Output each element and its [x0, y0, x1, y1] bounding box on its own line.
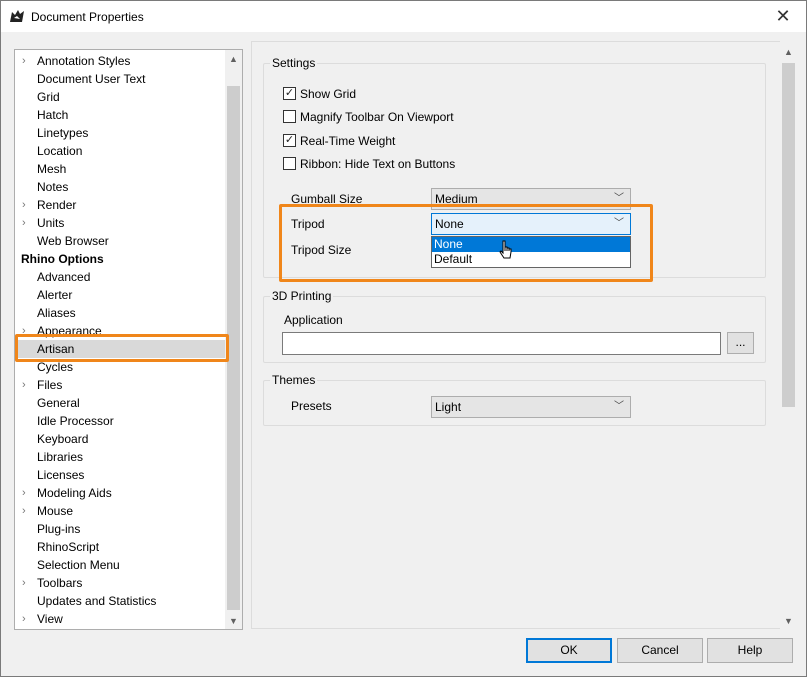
tree-item[interactable]: Mesh — [15, 160, 227, 178]
settings-scrollbar[interactable]: ▲ ▼ — [780, 41, 797, 629]
chevron-right-icon[interactable]: › — [22, 196, 32, 214]
tree-item-label: Licenses — [37, 468, 85, 482]
tree-item-label: View — [37, 612, 63, 626]
title-bar: Document Properties ✕ — [1, 1, 806, 32]
tree-item[interactable]: › View — [15, 610, 227, 628]
tree-item-label: Alerter — [37, 288, 73, 302]
scroll-up-icon[interactable]: ▲ — [225, 50, 242, 67]
tree-item[interactable]: › Annotation Styles — [15, 52, 227, 70]
presets-select[interactable]: Light ﹀ — [431, 396, 631, 418]
tree-item-label: RhinoScript — [37, 540, 100, 554]
tree-item[interactable]: Licenses — [15, 466, 227, 484]
chevron-right-icon[interactable]: › — [22, 574, 32, 592]
tree-item[interactable]: Aliases — [15, 304, 227, 322]
tree-item-label: Hatch — [37, 108, 69, 122]
tree-item-label: Advanced — [37, 270, 91, 284]
chevron-right-icon[interactable]: › — [22, 484, 32, 502]
tree-item[interactable]: › Files — [15, 376, 227, 394]
tree-item[interactable]: Grid — [15, 88, 227, 106]
checkbox-box[interactable]: ✓ — [283, 134, 296, 147]
tree-item[interactable]: Alerter — [15, 286, 227, 304]
tree-item[interactable]: Updates and Statistics — [15, 592, 227, 610]
tree-item[interactable]: Web Browser — [15, 232, 227, 250]
checkbox-box[interactable] — [283, 157, 296, 170]
close-icon[interactable]: ✕ — [760, 1, 806, 32]
tree-item-label: Rhino Options — [21, 252, 104, 266]
themes-group-title: Themes — [270, 373, 318, 387]
tree-item-label: Mouse — [37, 504, 74, 518]
tree-item[interactable]: Hatch — [15, 106, 227, 124]
tree-item-label: Grid — [37, 90, 60, 104]
settings-scroll-thumb[interactable] — [782, 63, 795, 407]
tree-item-label: Keyboard — [37, 432, 89, 446]
ok-button[interactable]: OK — [526, 638, 612, 663]
window-title: Document Properties — [31, 10, 144, 24]
tree-item-label: Units — [37, 216, 65, 230]
tree-item[interactable]: RhinoScript — [15, 538, 227, 556]
tree-item-label: Mesh — [37, 162, 67, 176]
tree-item-label: Updates and Statistics — [37, 594, 157, 608]
tree-item-label: Document User Text — [37, 72, 146, 86]
tree-item[interactable]: › Units — [15, 214, 227, 232]
chevron-right-icon[interactable]: › — [22, 52, 32, 70]
tree-item[interactable]: Advanced — [15, 268, 227, 286]
settings-group-title: Settings — [270, 56, 318, 70]
tree-item-label: Files — [37, 378, 63, 392]
tree-item[interactable]: › Modeling Aids — [15, 484, 227, 502]
printing-group-title: 3D Printing — [270, 289, 334, 303]
tree-item[interactable]: › Render — [15, 196, 227, 214]
presets-label: Presets — [291, 399, 332, 413]
tree-item-label: General — [37, 396, 80, 410]
tree-item-label: Selection Menu — [37, 558, 120, 572]
tree-item-label: Annotation Styles — [37, 54, 131, 68]
tree-item[interactable]: Notes — [15, 178, 227, 196]
scroll-down-icon[interactable]: ▼ — [225, 612, 242, 629]
tree-section-header[interactable]: Rhino Options — [15, 250, 227, 268]
mouse-pointer-icon — [499, 240, 512, 259]
tree-item[interactable]: Linetypes — [15, 124, 227, 142]
tree-item-label: Web Browser — [37, 234, 109, 248]
tree-item-label: Location — [37, 144, 83, 158]
tree-item[interactable]: Libraries — [15, 448, 227, 466]
tree-item[interactable]: › Toolbars — [15, 574, 227, 592]
tree-item-label: Notes — [37, 180, 69, 194]
tree-item-label: Toolbars — [37, 576, 83, 590]
help-button[interactable]: Help — [707, 638, 793, 663]
tree-item-label: Idle Processor — [37, 414, 114, 428]
chevron-right-icon[interactable]: › — [22, 610, 32, 628]
application-field[interactable] — [282, 332, 721, 355]
scroll-up-icon[interactable]: ▲ — [780, 43, 797, 60]
tree-item-label: Linetypes — [37, 126, 89, 140]
tree-item[interactable]: Keyboard — [15, 430, 227, 448]
cancel-button[interactable]: Cancel — [617, 638, 703, 663]
tree-item[interactable]: Location — [15, 142, 227, 160]
tree-item[interactable]: › Mouse — [15, 502, 227, 520]
document-properties-window: Document Properties ✕ › Annotation Styles… — [0, 0, 807, 677]
tree-item-label: Libraries — [37, 450, 84, 464]
browse-button[interactable]: ... — [727, 332, 754, 354]
checkbox-box[interactable] — [283, 110, 296, 123]
tree-item-label: Plug-ins — [37, 522, 81, 536]
tree-item-label: Modeling Aids — [37, 486, 112, 500]
tree-item[interactable]: General — [15, 394, 227, 412]
application-label: Application — [284, 313, 343, 327]
tree-item-label: Aliases — [37, 306, 76, 320]
rhino-app-icon — [9, 8, 25, 24]
tree-item[interactable]: Idle Processor — [15, 412, 227, 430]
scroll-down-icon[interactable]: ▼ — [780, 612, 797, 629]
chevron-down-icon: ﹀ — [614, 401, 624, 412]
chevron-right-icon[interactable]: › — [22, 376, 32, 394]
checkbox-box[interactable]: ✓ — [283, 87, 296, 100]
tree-item[interactable]: Document User Text — [15, 70, 227, 88]
chevron-right-icon[interactable]: › — [22, 214, 32, 232]
tree-item-label: Render — [37, 198, 77, 212]
tree-item[interactable]: Selection Menu — [15, 556, 227, 574]
tree-item[interactable]: Plug-ins — [15, 520, 227, 538]
chevron-right-icon[interactable]: › — [22, 502, 32, 520]
tripod-highlight-box — [279, 204, 653, 282]
artisan-highlight-box — [15, 334, 229, 362]
